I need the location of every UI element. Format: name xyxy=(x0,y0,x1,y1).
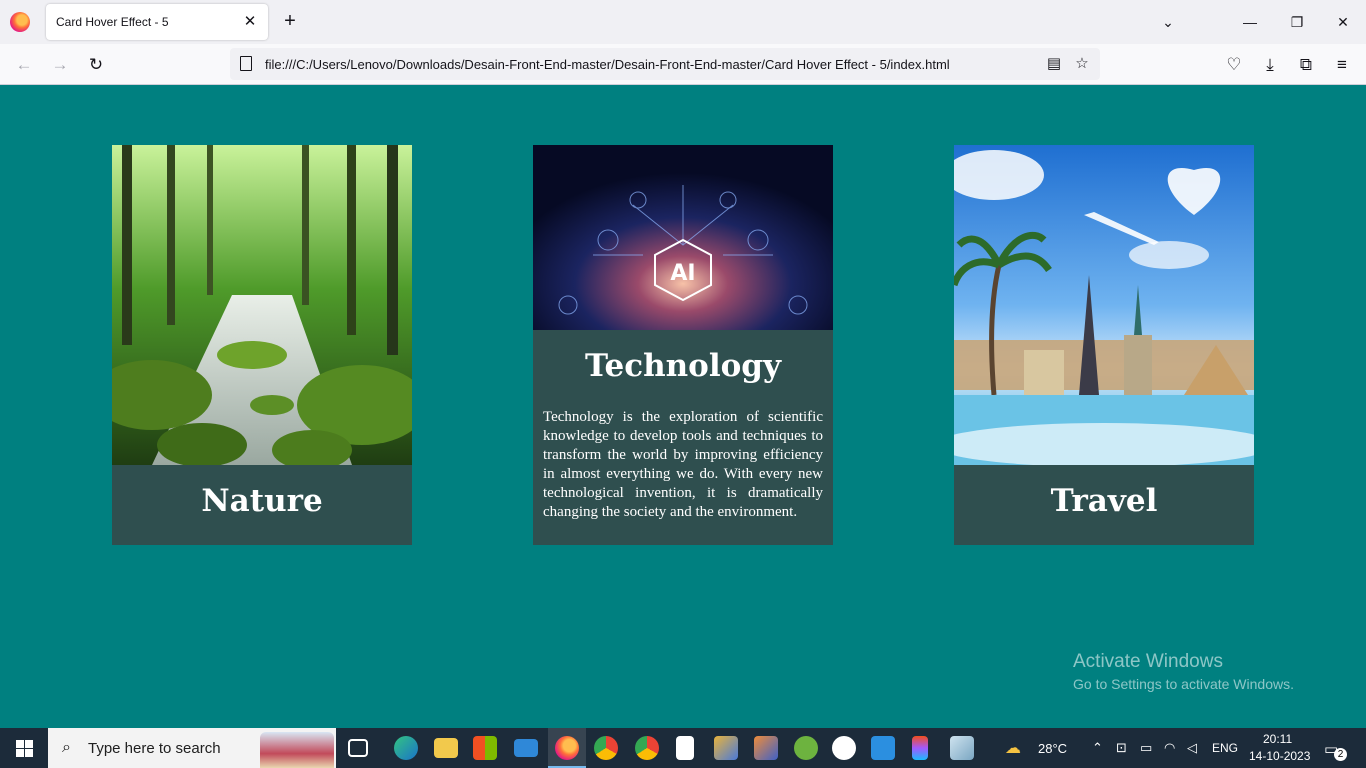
card-title: Travel xyxy=(1050,483,1158,519)
world-landmarks-image xyxy=(954,145,1254,465)
notification-count: 2 xyxy=(1334,748,1347,761)
reader-view-icon[interactable]: ▤ xyxy=(1043,53,1065,75)
edge-icon[interactable] xyxy=(394,736,418,760)
bookmark-star-icon[interactable]: ☆ xyxy=(1071,53,1093,75)
task-view-icon[interactable] xyxy=(348,739,368,757)
new-tab-button[interactable]: + xyxy=(280,11,300,31)
spring-icon[interactable] xyxy=(794,736,818,760)
svg-text:AI: AI xyxy=(670,261,695,286)
menu-icon[interactable]: ≡ xyxy=(1330,53,1354,77)
chrome-icon[interactable] xyxy=(594,736,618,760)
chrome-profile-icon[interactable] xyxy=(635,736,659,760)
show-hidden-icons-icon[interactable]: ⌃ xyxy=(1092,740,1103,756)
restore-button[interactable]: ❐ xyxy=(1285,10,1309,34)
extensions-icon[interactable]: ⧉ xyxy=(1294,53,1318,77)
browser-tab[interactable]: Card Hover Effect - 5 ✕ xyxy=(46,4,268,40)
clock-date[interactable]: 14-10-2023 xyxy=(1249,749,1310,763)
app-notes-icon[interactable] xyxy=(950,736,974,760)
back-button[interactable]: ← xyxy=(12,53,36,77)
reload-button[interactable]: ↻ xyxy=(84,53,108,77)
app-cube-2-icon[interactable] xyxy=(754,736,778,760)
figma-icon[interactable] xyxy=(912,736,928,760)
vscode-icon[interactable] xyxy=(871,736,895,760)
volume-icon[interactable]: ◁ xyxy=(1187,740,1197,756)
minimize-button[interactable]: — xyxy=(1238,10,1262,34)
mail-icon[interactable] xyxy=(514,739,538,757)
forest-stream-image xyxy=(112,145,412,465)
url-text[interactable]: file:///C:/Users/Lenovo/Downloads/Desain… xyxy=(265,57,950,72)
card-title: Nature xyxy=(201,483,323,519)
taskbar-search-box[interactable]: ⌕ Type here to search xyxy=(48,728,336,768)
browser-nav-bar: ← → ↻ file:///C:/Users/Lenovo/Downloads/… xyxy=(0,44,1366,85)
pocket-icon[interactable]: ♡ xyxy=(1222,53,1246,77)
notepad-icon[interactable] xyxy=(676,736,694,760)
weather-icon[interactable]: ☁ xyxy=(1005,738,1021,758)
firefox-taskbar-icon[interactable] xyxy=(555,736,579,760)
url-bar[interactable]: file:///C:/Users/Lenovo/Downloads/Desain… xyxy=(230,48,1100,80)
watermark-line-2: Go to Settings to activate Windows. xyxy=(1073,676,1294,692)
firefox-icon[interactable] xyxy=(10,12,30,32)
close-window-button[interactable]: ✕ xyxy=(1331,10,1355,34)
tab-close-icon[interactable]: ✕ xyxy=(240,12,260,32)
tab-title: Card Hover Effect - 5 xyxy=(56,15,169,29)
search-highlight-image xyxy=(260,732,334,768)
file-explorer-icon[interactable] xyxy=(434,738,458,758)
card-description: Technology is the exploration of scienti… xyxy=(543,409,823,520)
windows-start-icon[interactable] xyxy=(16,740,33,757)
card-technology[interactable]: AI Technology Technology is the explorat… xyxy=(533,145,833,545)
ai-circuit-image: AI xyxy=(533,145,833,330)
weather-temp[interactable]: 28°C xyxy=(1038,741,1067,756)
arc-app-icon[interactable] xyxy=(832,736,856,760)
list-all-tabs-icon[interactable]: ⌄ xyxy=(1156,10,1180,34)
microsoft-store-icon[interactable] xyxy=(473,736,497,760)
downloads-icon[interactable]: ⤓ xyxy=(1258,53,1282,77)
browser-tab-bar: Card Hover Effect - 5 ✕ + ⌄ — ❐ ✕ xyxy=(0,0,1366,44)
search-placeholder: Type here to search xyxy=(88,740,221,757)
network-device-icon[interactable]: ⊡ xyxy=(1116,740,1127,756)
search-icon: ⌕ xyxy=(62,739,71,756)
page-icon xyxy=(240,56,252,71)
wifi-icon[interactable]: ◠ xyxy=(1164,740,1175,756)
watermark-line-1: Activate Windows xyxy=(1073,651,1223,672)
windows-taskbar: ⌕ Type here to search ☁ 28°C ⌃ ⊡ ▭ ◠ ◁ E… xyxy=(0,728,1366,768)
activate-windows-watermark: Activate Windows Go to Settings to activ… xyxy=(1073,651,1294,692)
card-title: Technology xyxy=(584,348,781,384)
language-indicator[interactable]: ENG xyxy=(1212,741,1238,755)
card-travel[interactable]: Travel xyxy=(954,145,1254,545)
clock-time[interactable]: 20:11 xyxy=(1263,732,1292,746)
card-nature[interactable]: Nature xyxy=(112,145,412,545)
app-cube-icon[interactable] xyxy=(714,736,738,760)
battery-icon[interactable]: ▭ xyxy=(1140,740,1152,756)
forward-button[interactable]: → xyxy=(48,53,72,77)
